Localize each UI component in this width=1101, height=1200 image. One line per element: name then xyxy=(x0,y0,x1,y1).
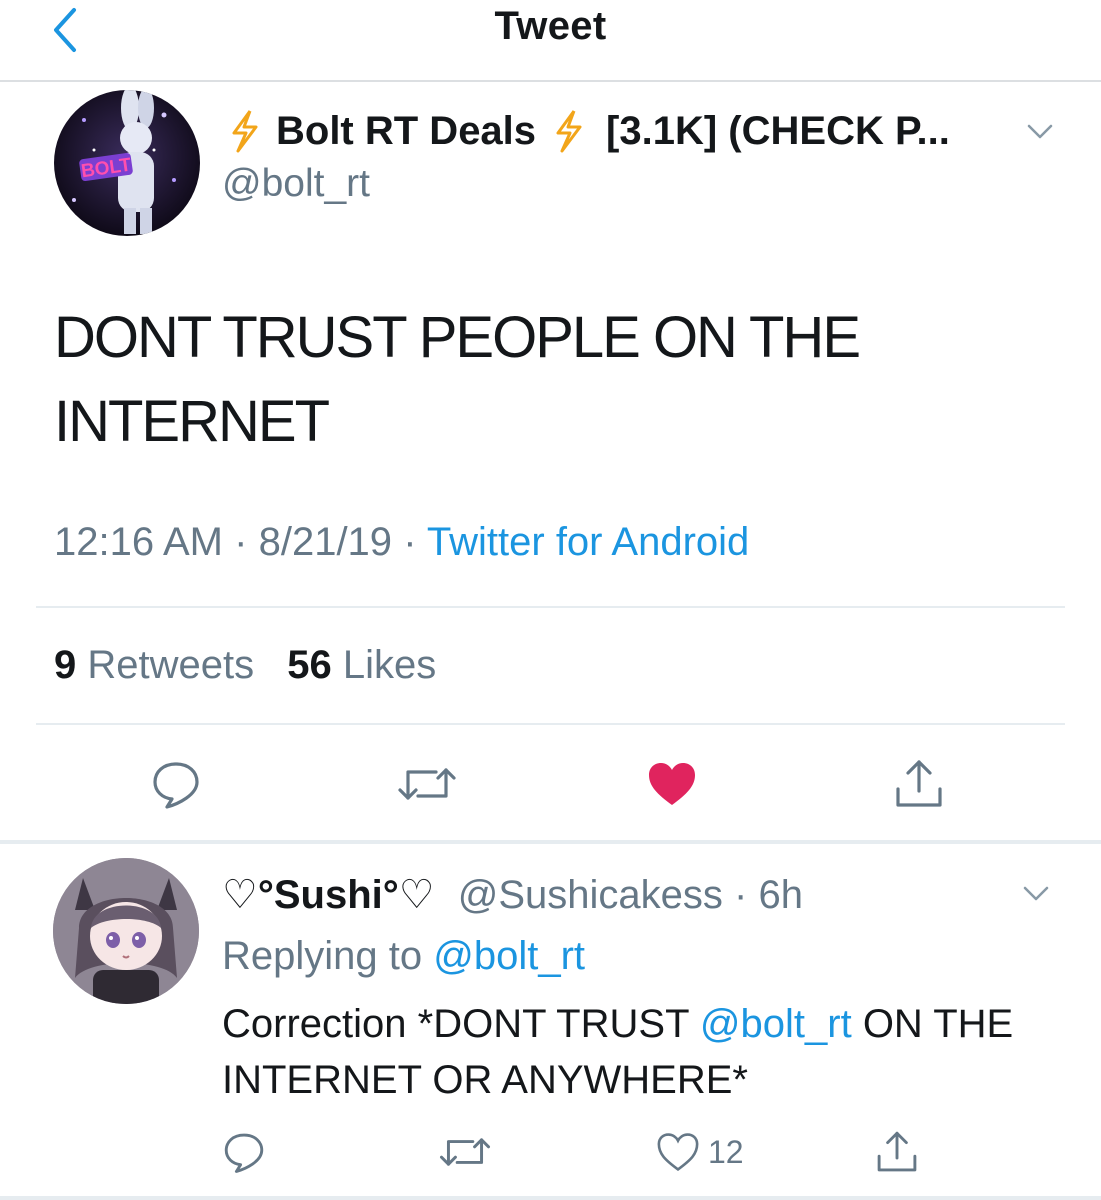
like-button[interactable] xyxy=(644,740,700,828)
reply-options-button[interactable] xyxy=(1016,874,1056,914)
reply-text: Correction *DONT TRUST @bolt_rt ON THE I… xyxy=(222,996,1042,1108)
divider xyxy=(36,723,1065,725)
replying-to-label: Replying to xyxy=(222,934,423,978)
author-display-name: Bolt RT Deals xyxy=(276,108,537,153)
heart-outline-icon xyxy=(657,1133,699,1172)
tweet-source-link[interactable]: Twitter for Android xyxy=(427,520,749,564)
tweet-stats: 9 Retweets 56 Likes xyxy=(54,643,436,688)
retweet-label: Retweets xyxy=(87,643,255,687)
lightning-icon xyxy=(552,109,586,153)
reply-header: ♡°Sushi°♡ @Sushicakess · 6h xyxy=(222,872,803,918)
reply-reply-button[interactable] xyxy=(218,1122,270,1182)
chevron-down-icon xyxy=(1023,886,1049,901)
tweet-options-button[interactable] xyxy=(1022,112,1058,152)
meta-separator: · xyxy=(403,520,417,564)
reply-like-count: 12 xyxy=(708,1133,744,1170)
chevron-down-icon xyxy=(1027,124,1053,139)
meta-separator: · xyxy=(234,520,248,564)
retweets-stat[interactable]: 9 Retweets xyxy=(54,643,254,687)
divider xyxy=(36,606,1065,608)
tweet-text: DONT TRUST PEOPLE ON THE INTERNET xyxy=(54,305,861,454)
reply-icon xyxy=(224,1133,264,1173)
reply-tweet[interactable]: ♡°Sushi°♡ @Sushicakess · 6h Replying to … xyxy=(0,844,1101,1200)
top-nav-bar: Tweet xyxy=(0,0,1101,82)
avatar-image xyxy=(53,858,199,1004)
reply-like-button[interactable]: 12 xyxy=(656,1122,756,1182)
reply-actions: 12 xyxy=(0,1122,1101,1182)
reply-author-avatar[interactable] xyxy=(53,858,199,1004)
reply-button[interactable] xyxy=(146,740,206,828)
retweet-count: 9 xyxy=(54,643,77,687)
tweet-date: 8/21/19 xyxy=(258,520,393,564)
bottom-divider xyxy=(0,1196,1101,1200)
heart-filled-icon xyxy=(649,763,695,805)
reply-text-part1: Correction *DONT TRUST xyxy=(222,1002,689,1046)
retweet-button[interactable] xyxy=(394,740,460,828)
author-avatar[interactable]: BOLT xyxy=(54,90,200,236)
tweet-meta: 12:16 AM · 8/21/19 · Twitter for Android xyxy=(54,520,749,565)
retweet-icon xyxy=(440,1138,490,1166)
share-icon xyxy=(877,1131,917,1172)
replying-to-handle-link[interactable]: @bolt_rt xyxy=(433,934,585,978)
reply-author-handle[interactable]: @Sushicakess xyxy=(458,873,723,917)
meta-separator: · xyxy=(734,873,748,917)
author-handle[interactable]: @bolt_rt xyxy=(222,162,370,206)
share-icon xyxy=(896,760,942,807)
retweet-icon xyxy=(398,768,456,800)
reply-share-button[interactable] xyxy=(872,1122,922,1182)
author-name-suffix: [3.1K] (CHECK P... xyxy=(606,108,950,153)
tweet-actions xyxy=(0,740,1101,828)
reply-icon xyxy=(153,762,199,809)
reply-mention-link[interactable]: @bolt_rt xyxy=(700,1002,852,1046)
avatar-image: BOLT xyxy=(54,90,200,236)
author-name-row[interactable]: Bolt RT Deals [3.1K] (CHECK P... xyxy=(228,106,1058,156)
likes-stat[interactable]: 56 Likes xyxy=(287,643,436,687)
replying-to: Replying to @bolt_rt xyxy=(222,934,585,979)
like-label: Likes xyxy=(342,643,437,687)
tweet-time: 12:16 AM xyxy=(54,520,224,564)
reply-author-name[interactable]: ♡°Sushi°♡ xyxy=(222,873,435,917)
reply-age: 6h xyxy=(758,873,803,917)
share-button[interactable] xyxy=(890,740,948,828)
like-count: 56 xyxy=(287,643,332,687)
reply-retweet-button[interactable] xyxy=(436,1122,494,1182)
page-title: Tweet xyxy=(494,4,607,48)
lightning-icon xyxy=(228,109,262,153)
